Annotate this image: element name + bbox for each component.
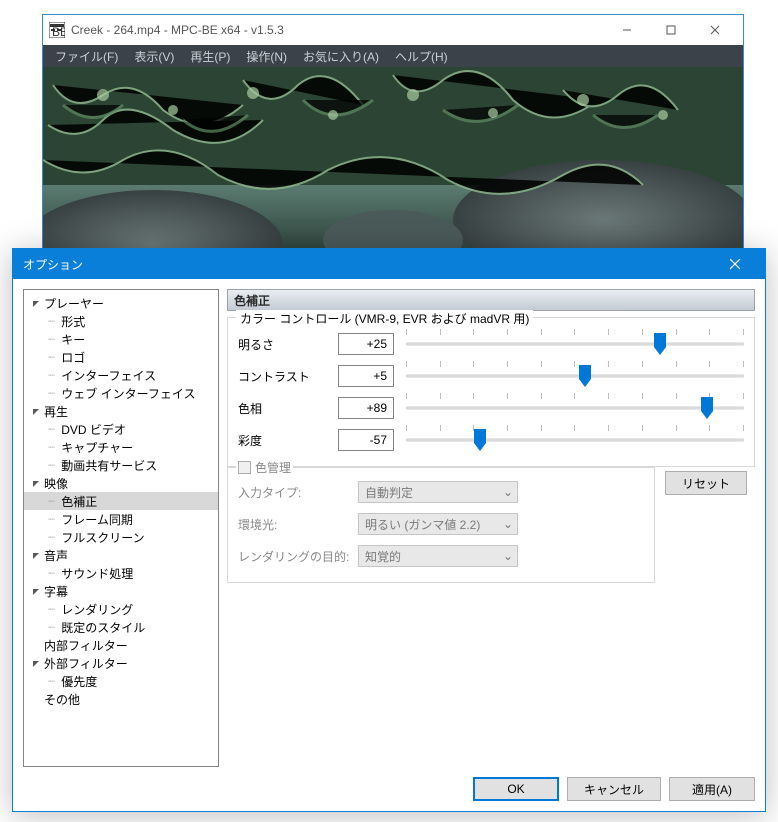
slider-thumb-icon[interactable]: [701, 397, 713, 419]
main-title-bar: BE Creek - 264.mp4 - MPC-BE x64 - v1.5.3: [43, 15, 743, 45]
saturation-row: 彩度 -57: [238, 424, 744, 456]
chevron-down-icon[interactable]: [30, 405, 42, 417]
tree-other[interactable]: その他: [24, 690, 218, 708]
contrast-label: コントラスト: [238, 368, 338, 385]
input-type-combo[interactable]: 自動判定⌄: [358, 481, 518, 503]
slider-thumb-icon[interactable]: [579, 365, 591, 387]
apply-button[interactable]: 適用(A): [669, 777, 755, 801]
contrast-row: コントラスト +5: [238, 360, 744, 392]
saturation-slider[interactable]: [406, 428, 744, 452]
contrast-value[interactable]: +5: [338, 365, 394, 387]
chevron-down-icon: ⌄: [503, 549, 513, 563]
hue-value[interactable]: +89: [338, 397, 394, 419]
tree-internal-filter[interactable]: 内部フィルター: [24, 636, 218, 654]
slider-thumb-icon[interactable]: [654, 333, 666, 355]
contrast-slider[interactable]: [406, 364, 744, 388]
slider-thumb-icon[interactable]: [474, 429, 486, 451]
tree-player-logo[interactable]: ┈ ロゴ: [24, 348, 218, 366]
render-intent-combo[interactable]: 知覚的⌄: [358, 545, 518, 567]
menu-view[interactable]: 表示(V): [126, 46, 182, 67]
section-header: 色補正: [227, 289, 755, 311]
chevron-down-icon[interactable]: [30, 657, 42, 669]
tree-video[interactable]: 映像: [24, 474, 218, 492]
video-area[interactable]: [43, 67, 743, 273]
tree-playback[interactable]: 再生: [24, 402, 218, 420]
brightness-label: 明るさ: [238, 336, 338, 353]
tree-external-filter[interactable]: 外部フィルター: [24, 654, 218, 672]
tree-audio[interactable]: 音声: [24, 546, 218, 564]
input-type-label: 入力タイプ:: [238, 484, 358, 501]
maximize-button[interactable]: [649, 16, 693, 44]
tree-player-format[interactable]: ┈ 形式: [24, 312, 218, 330]
saturation-value[interactable]: -57: [338, 429, 394, 451]
dialog-button-bar: OK キャンセル 適用(A): [13, 767, 765, 811]
brightness-slider[interactable]: [406, 332, 744, 356]
brightness-value[interactable]: +25: [338, 333, 394, 355]
tree-subtitle-rendering[interactable]: ┈ レンダリング: [24, 600, 218, 618]
hue-label: 色相: [238, 400, 338, 417]
color-control-legend: カラー コントロール (VMR-9, EVR および madVR 用): [236, 310, 533, 327]
options-dialog: オプション プレーヤー ┈ 形式 ┈ キー ┈ ロゴ ┈ インターフェイス ┈ …: [12, 248, 766, 812]
hue-row: 色相 +89: [238, 392, 744, 424]
chevron-down-icon[interactable]: [30, 549, 42, 561]
hue-slider[interactable]: [406, 396, 744, 420]
dialog-close-button[interactable]: [715, 250, 755, 278]
tree-subtitle[interactable]: 字幕: [24, 582, 218, 600]
saturation-label: 彩度: [238, 432, 338, 449]
menu-favorites[interactable]: お気に入り(A): [295, 46, 387, 67]
svg-text:BE: BE: [52, 25, 65, 38]
render-intent-label: レンダリングの目的:: [238, 548, 358, 565]
color-management-group: 色管理 入力タイプ: 自動判定⌄ 環境光: 明るい (ガンマ値 2.2)⌄ レン…: [227, 467, 655, 583]
tree-audio-sound[interactable]: ┈ サウンド処理: [24, 564, 218, 582]
color-management-checkbox[interactable]: [238, 461, 251, 474]
tree-playback-capture[interactable]: ┈ キャプチャー: [24, 438, 218, 456]
chevron-down-icon[interactable]: [30, 585, 42, 597]
app-icon: BE: [49, 22, 65, 38]
tree-subtitle-default-style[interactable]: ┈ 既定のスタイル: [24, 618, 218, 636]
tree-player[interactable]: プレーヤー: [24, 294, 218, 312]
tree-video-fullscreen[interactable]: ┈ フルスクリーン: [24, 528, 218, 546]
tree-external-filter-priority[interactable]: ┈ 優先度: [24, 672, 218, 690]
menu-file[interactable]: ファイル(F): [47, 46, 126, 67]
ambient-combo[interactable]: 明るい (ガンマ値 2.2)⌄: [358, 513, 518, 535]
tree-panel[interactable]: プレーヤー ┈ 形式 ┈ キー ┈ ロゴ ┈ インターフェイス ┈ ウェブ イン…: [23, 289, 219, 767]
tree-video-color[interactable]: ┈ 色補正: [24, 492, 218, 510]
main-app-window: BE Creek - 264.mp4 - MPC-BE x64 - v1.5.3…: [42, 14, 744, 274]
ok-button[interactable]: OK: [473, 777, 559, 801]
close-button[interactable]: [693, 16, 737, 44]
cancel-button[interactable]: キャンセル: [567, 777, 661, 801]
reset-button[interactable]: リセット: [665, 471, 747, 495]
tree-label: プレーヤー: [44, 295, 104, 312]
tree-player-key[interactable]: ┈ キー: [24, 330, 218, 348]
brightness-row: 明るさ +25: [238, 328, 744, 360]
right-panel: 色補正 カラー コントロール (VMR-9, EVR および madVR 用) …: [227, 289, 755, 767]
chevron-down-icon[interactable]: [30, 297, 42, 309]
tree-player-interface[interactable]: ┈ インターフェイス: [24, 366, 218, 384]
menu-bar: ファイル(F) 表示(V) 再生(P) 操作(N) お気に入り(A) ヘルプ(H…: [43, 45, 743, 67]
color-control-group: カラー コントロール (VMR-9, EVR および madVR 用) 明るさ …: [227, 317, 755, 467]
menu-operate[interactable]: 操作(N): [238, 46, 295, 67]
tree-playback-share[interactable]: ┈ 動画共有サービス: [24, 456, 218, 474]
chevron-down-icon: ⌄: [503, 517, 513, 531]
color-management-legend: 色管理: [236, 459, 293, 476]
main-window-title: Creek - 264.mp4 - MPC-BE x64 - v1.5.3: [71, 23, 605, 37]
dialog-title: オプション: [23, 256, 715, 273]
tree-video-framesync[interactable]: ┈ フレーム同期: [24, 510, 218, 528]
dialog-title-bar: オプション: [13, 249, 765, 279]
chevron-down-icon: ⌄: [503, 485, 513, 499]
menu-help[interactable]: ヘルプ(H): [387, 46, 456, 67]
ambient-label: 環境光:: [238, 516, 358, 533]
tree-playback-dvd[interactable]: ┈ DVD ビデオ: [24, 420, 218, 438]
minimize-button[interactable]: [605, 16, 649, 44]
menu-play[interactable]: 再生(P): [182, 46, 238, 67]
tree-player-web-interface[interactable]: ┈ ウェブ インターフェイス: [24, 384, 218, 402]
chevron-down-icon[interactable]: [30, 477, 42, 489]
